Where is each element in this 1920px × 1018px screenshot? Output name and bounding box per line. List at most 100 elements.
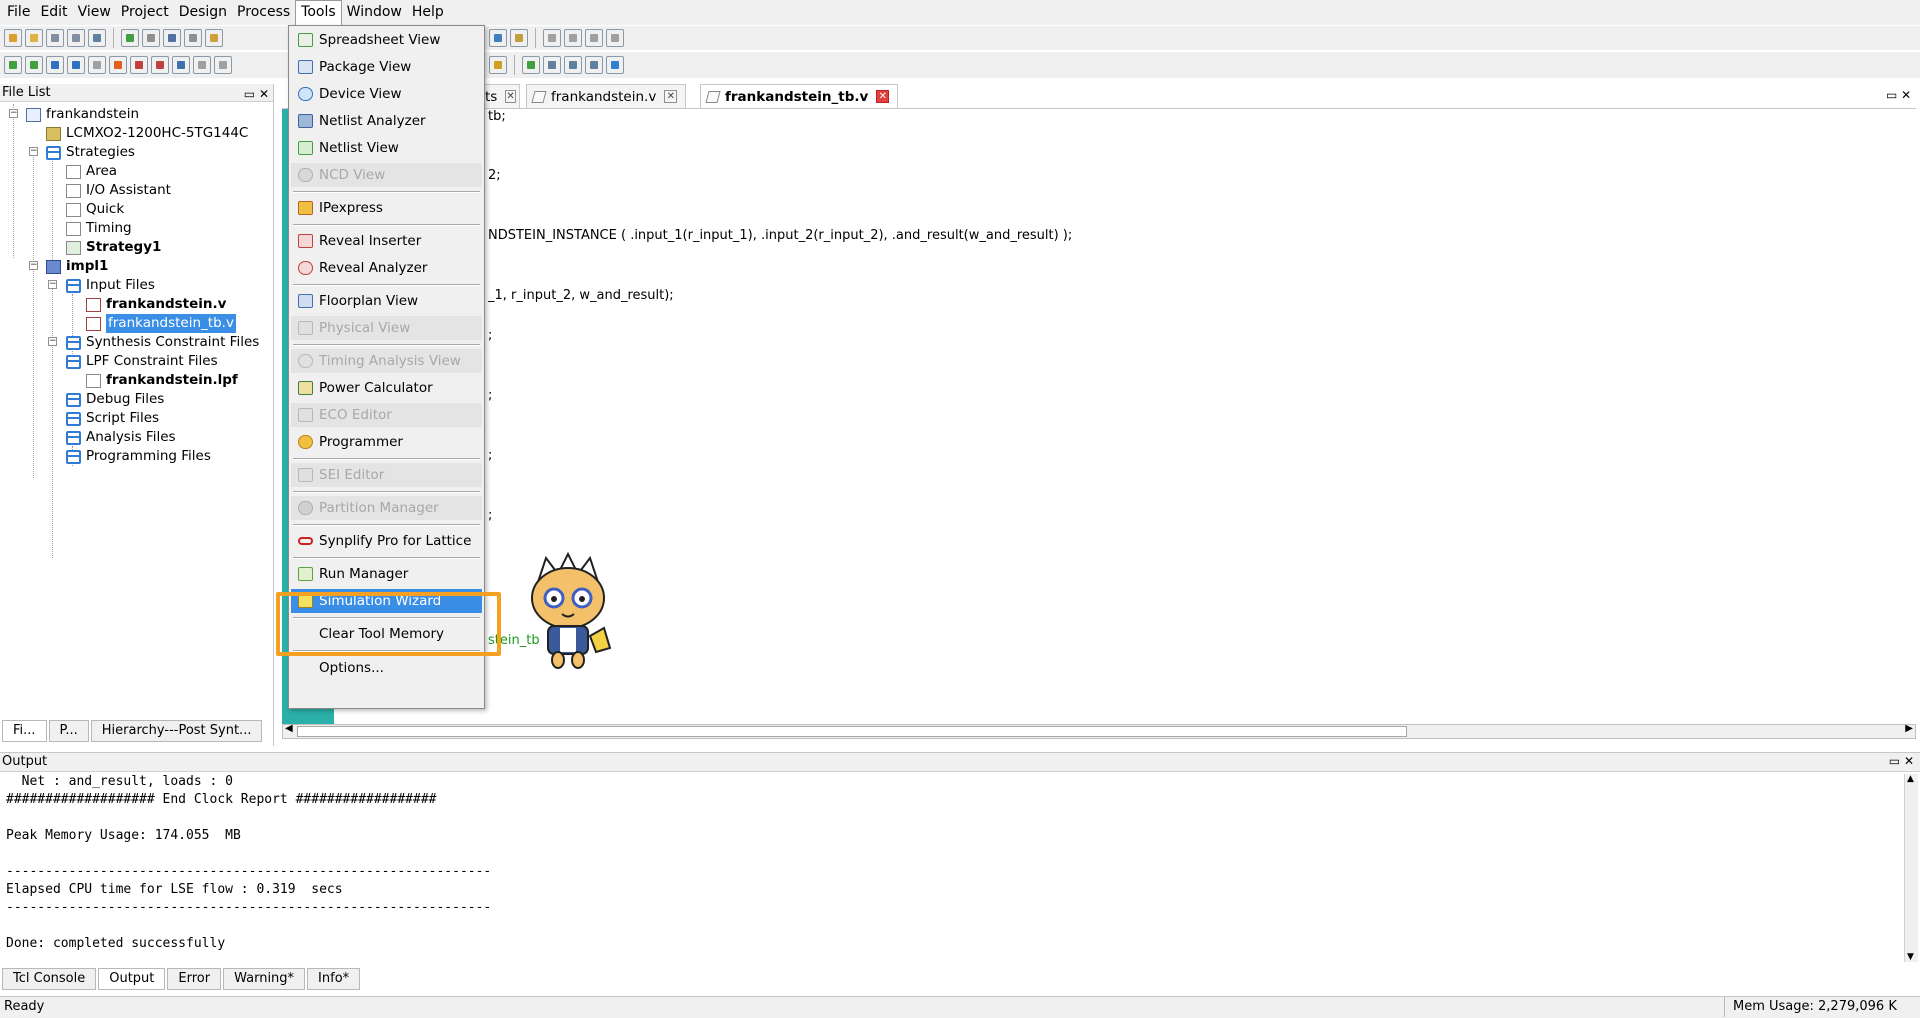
window-icon[interactable] <box>543 56 561 74</box>
close-tab-icon[interactable]: ✕ <box>505 90 516 103</box>
restore-icon[interactable]: ▭ <box>1886 88 1897 102</box>
menu-item-physical-view[interactable]: Physical View <box>291 316 482 340</box>
menu-item-ipexpress[interactable]: IPexpress <box>291 196 482 220</box>
package-icon[interactable] <box>25 56 43 74</box>
tree-item-strategy1[interactable]: Strategy1 <box>66 238 161 257</box>
output-log[interactable]: Net : and_result, loads : 0 ############… <box>0 774 1920 964</box>
tree-item-project[interactable]: frankandstein <box>26 105 139 124</box>
tree-item-strategies[interactable]: Strategies <box>46 143 135 162</box>
tab-file-list[interactable]: Fi... <box>2 720 47 742</box>
simulation-icon[interactable] <box>489 56 507 74</box>
menu-item-sei-editor[interactable]: SEI Editor <box>291 463 482 487</box>
menu-process[interactable]: Process <box>232 1 295 24</box>
scroll-down-icon[interactable]: ▼ <box>1907 952 1914 962</box>
scroll-left-icon[interactable]: ◀ <box>285 723 293 734</box>
menu-item-netlist-analyzer[interactable]: Netlist Analyzer <box>291 109 482 133</box>
menu-item-floorplan-view[interactable]: Floorplan View <box>291 289 482 313</box>
collapse-icon[interactable]: − <box>29 147 38 156</box>
float-icon[interactable]: ▭ <box>244 87 255 101</box>
paste-icon[interactable] <box>205 29 223 47</box>
tree-item-lpf-constraint-files[interactable]: LPF Constraint Files <box>66 352 218 371</box>
tree-item-frankandstein-tb-v[interactable]: frankandstein_tb.v <box>86 314 236 333</box>
menu-item-device-view[interactable]: Device View <box>291 82 482 106</box>
float-icon[interactable]: ▭ <box>1889 754 1900 768</box>
open-folder-icon[interactable] <box>25 29 43 47</box>
tree-item-strategy-quick[interactable]: Quick <box>66 200 124 219</box>
reveal-analyzer-icon[interactable] <box>151 56 169 74</box>
copy-icon[interactable] <box>184 29 202 47</box>
menu-window[interactable]: Window <box>342 1 407 24</box>
spreadsheet-icon[interactable] <box>4 56 22 74</box>
tab-doc-frankandstein-v[interactable]: frankandstein.v ✕ <box>526 84 687 108</box>
print-icon[interactable] <box>88 29 106 47</box>
cascade-icon[interactable] <box>585 56 603 74</box>
tab-doc-reports[interactable]: ts ✕ <box>480 84 520 108</box>
tree-item-impl1[interactable]: impl1 <box>46 257 108 276</box>
cut-icon[interactable] <box>163 29 181 47</box>
tile-icon[interactable] <box>564 56 582 74</box>
checklist-icon[interactable] <box>489 29 507 47</box>
run-all-icon[interactable] <box>564 29 582 47</box>
tab-process[interactable]: P... <box>48 720 89 742</box>
new-file-icon[interactable] <box>4 29 22 47</box>
scroll-up-icon[interactable]: ▲ <box>1907 774 1914 784</box>
collapse-icon[interactable]: − <box>29 261 38 270</box>
rerun-icon[interactable] <box>585 29 603 47</box>
menu-item-power-calculator[interactable]: Power Calculator <box>291 376 482 400</box>
scroll-right-icon[interactable]: ▶ <box>1905 723 1913 734</box>
tree-item-device[interactable]: LCMXO2-1200HC-5TG144C <box>46 124 248 143</box>
tree-item-strategy-io-assistant[interactable]: I/O Assistant <box>66 181 171 200</box>
timing-view-icon[interactable] <box>214 56 232 74</box>
collapse-icon[interactable]: − <box>9 109 18 118</box>
menu-item-run-manager[interactable]: Run Manager <box>291 562 482 586</box>
tree-item-programming-files[interactable]: Programming Files <box>66 447 211 466</box>
menu-item-options[interactable]: Options... <box>291 656 482 680</box>
menu-item-reveal-inserter[interactable]: Reveal Inserter <box>291 229 482 253</box>
reveal-inserter-icon[interactable] <box>130 56 148 74</box>
menu-item-package-view[interactable]: Package View <box>291 55 482 79</box>
undo-icon[interactable] <box>121 29 139 47</box>
tree-item-script-files[interactable]: Script Files <box>66 409 159 428</box>
redo-icon[interactable] <box>142 29 160 47</box>
device-icon[interactable] <box>46 56 64 74</box>
menu-item-eco-editor[interactable]: ECO Editor <box>291 403 482 427</box>
close-tab-icon[interactable]: ✕ <box>664 90 678 103</box>
menu-project[interactable]: Project <box>116 1 174 24</box>
floorplan-icon[interactable] <box>172 56 190 74</box>
close-tab-icon[interactable]: ✕ <box>876 90 890 103</box>
menu-item-timing-analysis-view[interactable]: Timing Analysis View <box>291 349 482 373</box>
tree-item-debug-files[interactable]: Debug Files <box>66 390 164 409</box>
tab-tcl-console[interactable]: Tcl Console <box>2 968 97 990</box>
tree-item-frankandstein-v[interactable]: frankandstein.v <box>86 295 226 314</box>
output-vertical-scrollbar[interactable]: ▲ ▼ <box>1904 774 1918 962</box>
stop-icon[interactable] <box>606 29 624 47</box>
tree-item-analysis-files[interactable]: Analysis Files <box>66 428 176 447</box>
menu-item-ncd-view[interactable]: NCD View <box>291 163 482 187</box>
menu-view[interactable]: View <box>73 1 116 24</box>
scrollbar-thumb[interactable] <box>297 726 1407 737</box>
tab-output[interactable]: Output <box>98 968 166 990</box>
menu-item-programmer[interactable]: Programmer <box>291 430 482 454</box>
report-icon[interactable] <box>510 29 528 47</box>
menu-help[interactable]: Help <box>407 1 449 24</box>
physical-view-icon[interactable] <box>193 56 211 74</box>
tree-item-strategy-timing[interactable]: Timing <box>66 219 132 238</box>
tree-item-input-files[interactable]: Input Files <box>66 276 155 295</box>
collapse-icon[interactable]: − <box>48 280 57 289</box>
menu-item-partition-manager[interactable]: Partition Manager <box>291 496 482 520</box>
web-icon[interactable] <box>606 56 624 74</box>
close-icon[interactable]: ✕ <box>1901 88 1911 102</box>
menu-file[interactable]: File <box>2 1 35 24</box>
collapse-icon[interactable]: − <box>48 337 57 346</box>
menu-edit[interactable]: Edit <box>35 1 72 24</box>
netlist-analyzer-icon[interactable] <box>67 56 85 74</box>
tree-item-strategy-area[interactable]: Area <box>66 162 117 181</box>
tab-info[interactable]: Info* <box>307 968 361 990</box>
save-icon[interactable] <box>46 29 64 47</box>
tree-item-synthesis-constraint-files[interactable]: Synthesis Constraint Files <box>66 333 259 352</box>
layout-icon[interactable] <box>522 56 540 74</box>
tree-item-frankandstein-lpf[interactable]: frankandstein.lpf <box>86 371 238 390</box>
ipexpress-icon[interactable] <box>109 56 127 74</box>
menu-tools[interactable]: Tools <box>295 0 342 25</box>
save-all-icon[interactable] <box>67 29 85 47</box>
